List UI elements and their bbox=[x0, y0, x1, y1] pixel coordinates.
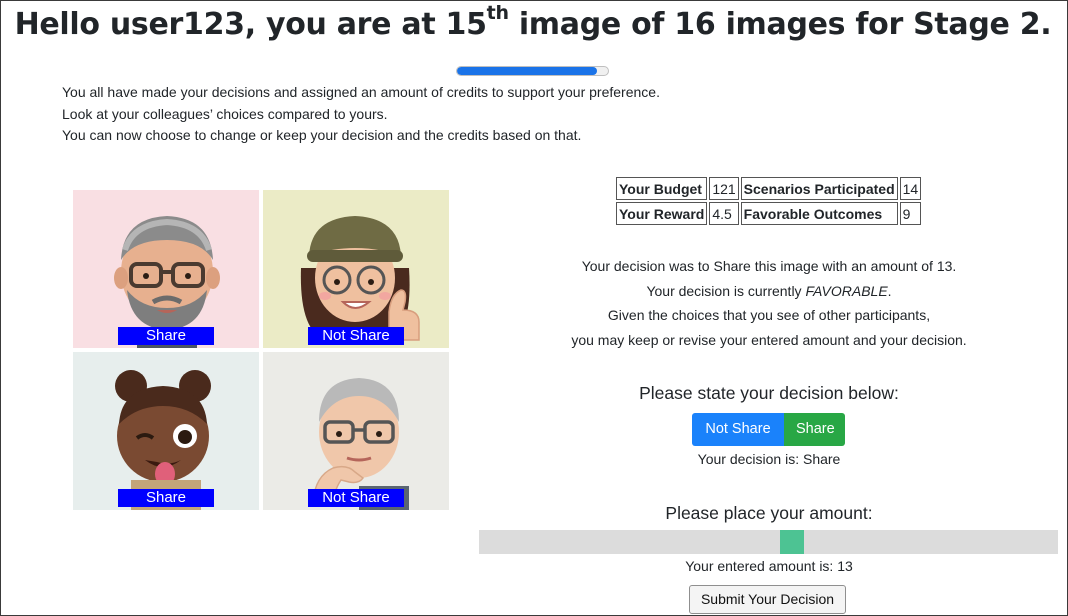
older-man-thinking-avatar bbox=[312, 378, 409, 510]
participant-decision-label: Not Share bbox=[308, 489, 404, 507]
instruction-line: Look at your colleagues’ choices compare… bbox=[62, 105, 388, 122]
decision-summary: Your decision was to Share this image wi… bbox=[480, 254, 1058, 352]
progress-fill bbox=[457, 67, 598, 75]
favorable-label: Favorable Outcomes bbox=[740, 202, 898, 225]
participant-tile: Share bbox=[73, 190, 259, 348]
instructions: You all have made your decisions and ass… bbox=[62, 82, 660, 147]
budget-label: Your Budget bbox=[616, 177, 708, 200]
share-button[interactable]: Share bbox=[784, 413, 845, 446]
summary-line: Given the choices that you see of other … bbox=[607, 307, 931, 323]
progress-bar bbox=[456, 66, 609, 76]
stats-row: Your Reward 4.5 Favorable Outcomes 9 bbox=[616, 202, 922, 225]
decision-heading: Please state your decision below: bbox=[639, 383, 899, 403]
amount-heading: Please place your amount: bbox=[665, 503, 873, 523]
reward-value: 4.5 bbox=[709, 202, 739, 225]
bearded-man-with-glasses-avatar bbox=[114, 216, 220, 348]
current-decision-text: Your decision is: Share bbox=[697, 451, 841, 467]
summary-line: Your decision was to Share this image wi… bbox=[581, 258, 957, 274]
not-share-button[interactable]: Not Share bbox=[692, 413, 784, 446]
entered-amount-text: Your entered amount is: 13 bbox=[685, 558, 853, 574]
budget-value: 121 bbox=[709, 177, 739, 200]
participant-tile: Not Share bbox=[263, 352, 449, 510]
favorable-status: FAVORABLE bbox=[805, 282, 888, 299]
scenarios-label: Scenarios Participated bbox=[740, 177, 898, 200]
amount-slider[interactable] bbox=[479, 530, 1058, 554]
favorable-value: 9 bbox=[899, 202, 922, 225]
amount-slider-thumb[interactable] bbox=[780, 530, 804, 554]
reward-label: Your Reward bbox=[616, 202, 708, 225]
submit-decision-button[interactable]: Submit Your Decision bbox=[689, 585, 846, 614]
decision-button-group: Not Share Share bbox=[692, 413, 845, 446]
instruction-line: You all have made your decisions and ass… bbox=[62, 84, 660, 100]
participant-decision-label: Share bbox=[118, 489, 214, 507]
scenarios-value: 14 bbox=[899, 177, 922, 200]
summary-line: Your decision is currently FAVORABLE. bbox=[646, 282, 892, 299]
summary-line: you may keep or revise your entered amou… bbox=[571, 331, 967, 348]
page-title: Hello user123, you are at 15th image of … bbox=[14, 2, 1052, 42]
participant-tile: Not Share bbox=[263, 190, 449, 348]
participant-decision-label: Share bbox=[118, 327, 214, 345]
participant-grid: Share Not Share Share Not Share bbox=[73, 190, 449, 510]
stats-row: Your Budget 121 Scenarios Participated 1… bbox=[616, 177, 922, 200]
girl-winking-tongue-out-avatar bbox=[115, 370, 211, 510]
participant-decision-label: Not Share bbox=[308, 327, 404, 345]
instruction-line: You can now choose to change or keep you… bbox=[62, 127, 582, 143]
participant-tile: Share bbox=[73, 352, 259, 510]
woman-with-beanie-thumbs-up-avatar bbox=[300, 216, 420, 341]
stats-table: Your Budget 121 Scenarios Participated 1… bbox=[614, 175, 923, 227]
